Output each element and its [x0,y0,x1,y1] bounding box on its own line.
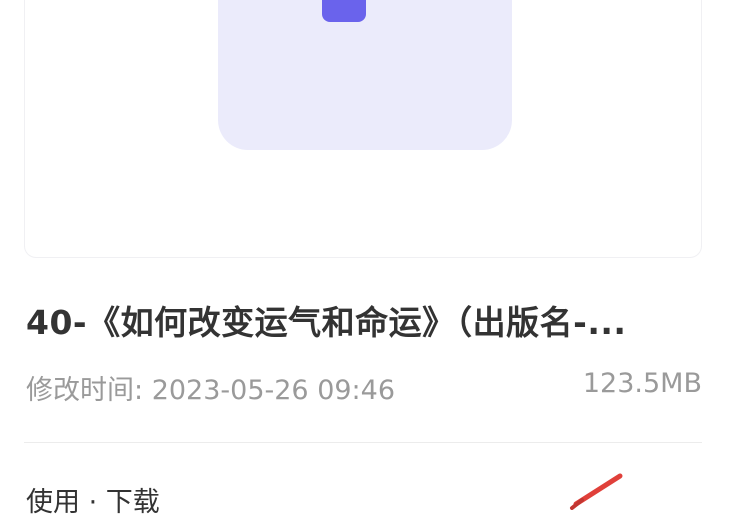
document-icon [322,0,366,22]
modified-value: 2023-05-26 09:46 [151,375,396,406]
file-title[interactable]: 40-《如何改变运气和命运》（出版名-... [26,296,716,344]
file-size: 123.5MB [582,368,702,399]
divider [24,442,702,443]
file-thumbnail[interactable] [218,0,512,150]
file-modified-time: 修改时间: 2023-05-26 09:46 [26,368,395,407]
edit-icon[interactable] [568,470,628,510]
modified-label: 修改时间: [26,375,144,406]
